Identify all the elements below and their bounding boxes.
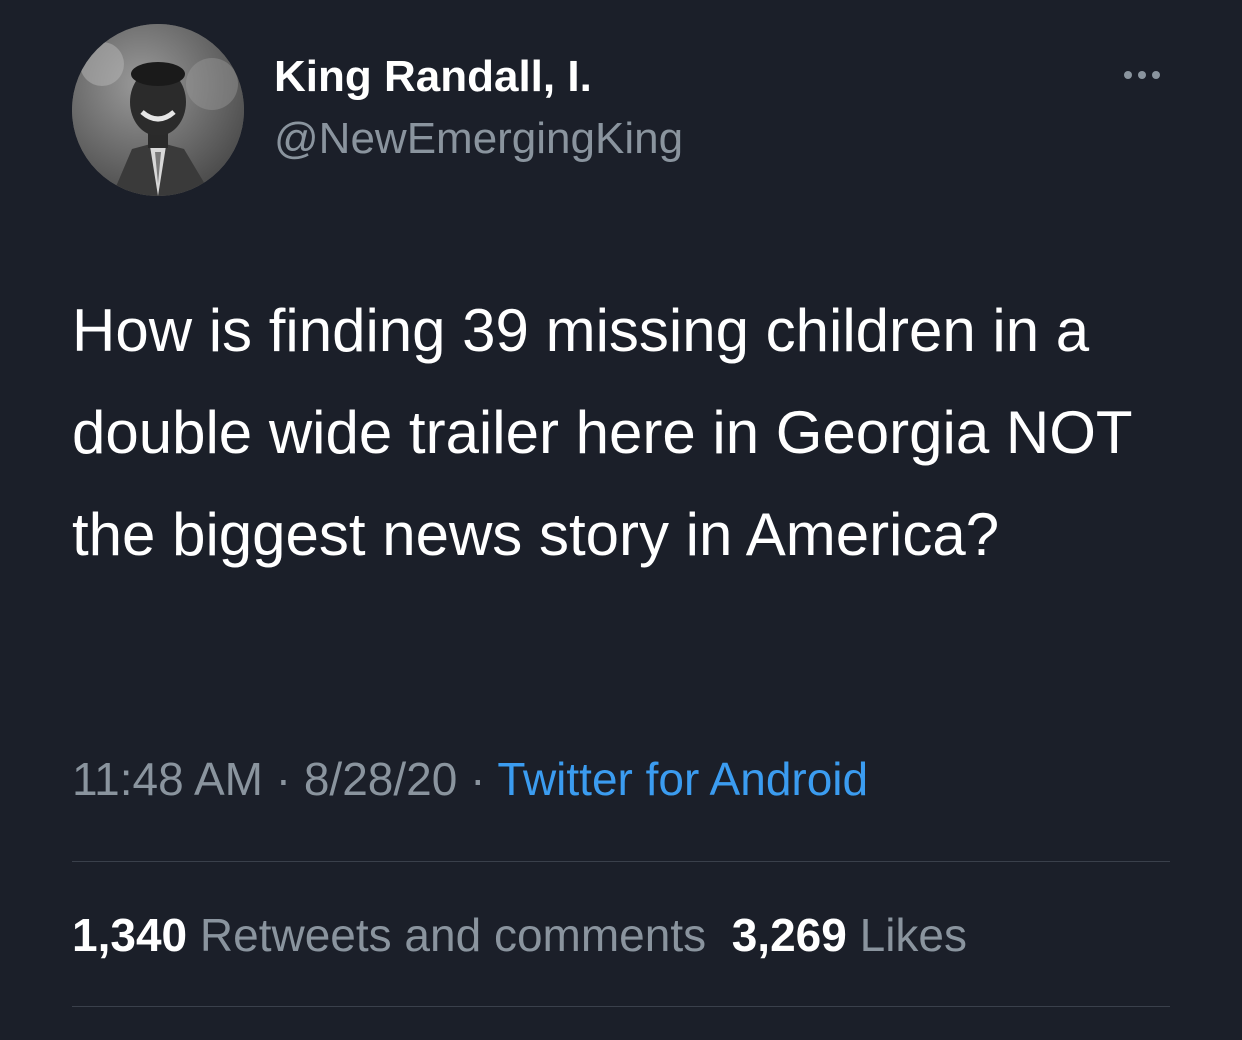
divider: [72, 861, 1170, 862]
tweet-stats: 1,340 Retweets and comments 3,269 Likes: [72, 908, 967, 962]
tweet-metadata: 11:48 AM · 8/28/20 · Twitter for Android: [72, 752, 868, 806]
tweet-detail: King Randall, I. @NewEmergingKing How is…: [0, 0, 1242, 1040]
user-handle[interactable]: @NewEmergingKing: [274, 114, 683, 164]
likes-stat[interactable]: 3,269 Likes: [732, 909, 967, 961]
avatar[interactable]: [72, 24, 244, 196]
retweets-count: 1,340: [72, 909, 188, 961]
display-name[interactable]: King Randall, I.: [274, 52, 592, 102]
divider: [72, 1006, 1170, 1007]
tweet-text: How is finding 39 missing children in a …: [72, 297, 1132, 568]
meta-separator: ·: [470, 753, 486, 805]
tweet-source-link[interactable]: Twitter for Android: [497, 753, 868, 805]
retweets-label: Retweets and comments: [199, 909, 707, 961]
more-dot: [1124, 71, 1132, 79]
tweet-time: 11:48 AM: [72, 753, 263, 805]
more-horizontal-icon[interactable]: [1112, 60, 1172, 90]
more-dot: [1152, 71, 1160, 79]
meta-separator: ·: [275, 753, 292, 805]
retweets-stat[interactable]: 1,340 Retweets and comments: [72, 909, 706, 961]
likes-count: 3,269: [731, 909, 847, 961]
more-dot: [1138, 71, 1146, 79]
tweet-date: 8/28/20: [303, 753, 458, 805]
likes-label: Likes: [859, 909, 967, 961]
profile-photo: [72, 24, 244, 196]
